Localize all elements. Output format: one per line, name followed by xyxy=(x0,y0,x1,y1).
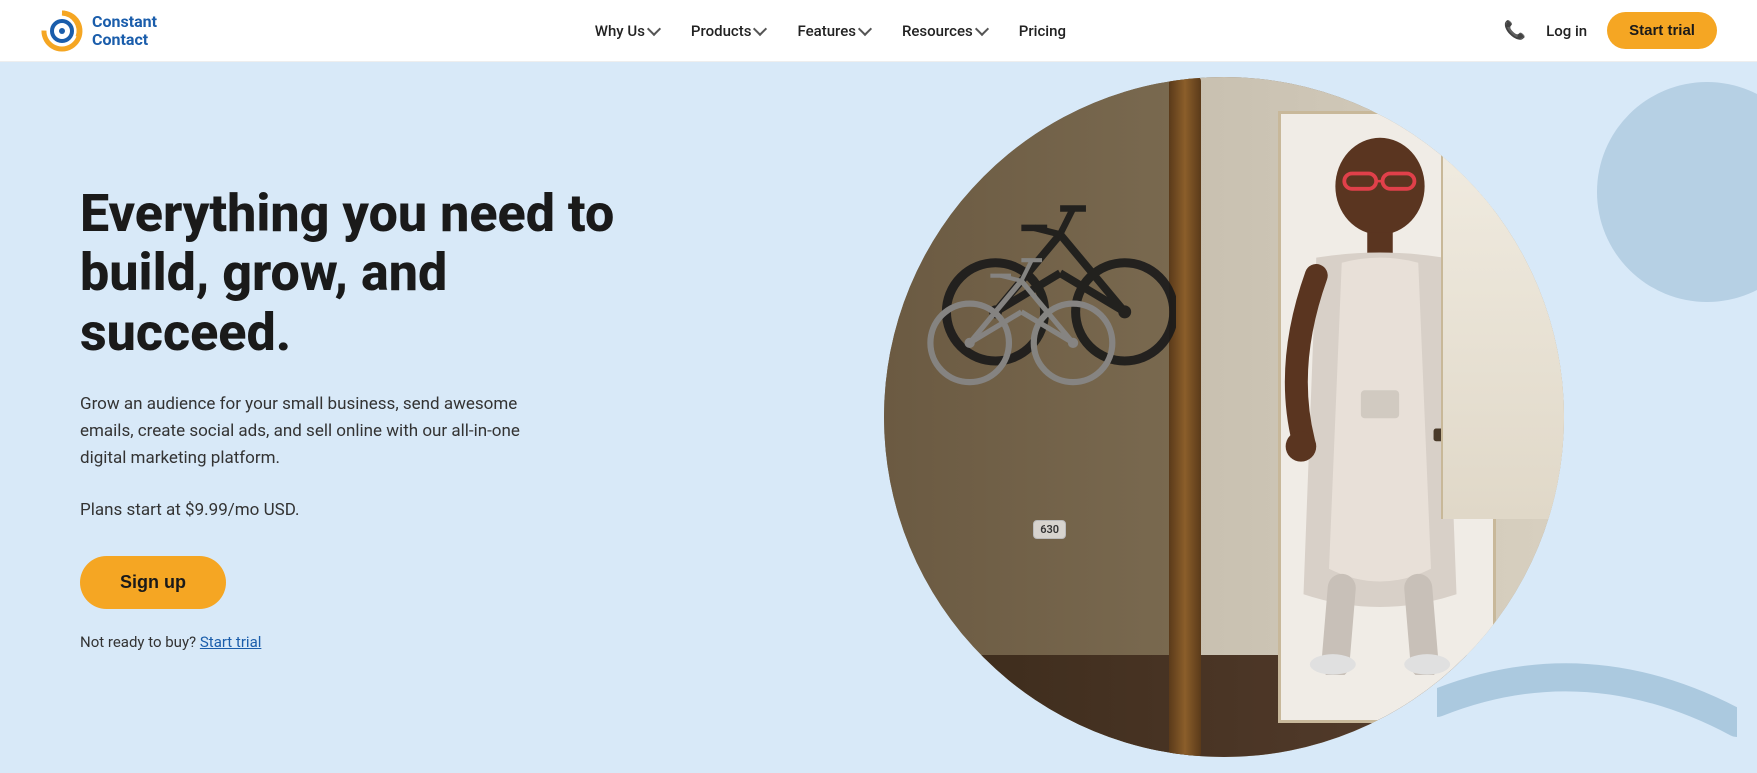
nav-links: Why Us Products Features Resources Prici… xyxy=(595,22,1066,40)
login-link[interactable]: Log in xyxy=(1546,22,1587,40)
start-trial-button[interactable]: Start trial xyxy=(1607,12,1717,49)
hero-content: Everything you need to build, grow, and … xyxy=(0,62,914,773)
nav-products[interactable]: Products xyxy=(691,22,766,40)
nav-why-us[interactable]: Why Us xyxy=(595,22,659,40)
interior-detail xyxy=(1441,145,1563,519)
hero-pricing: Plans start at $9.99/mo USD. xyxy=(80,500,854,520)
logo-line2: Contact xyxy=(92,31,157,49)
navbar-actions: 📞 Log in Start trial xyxy=(1504,12,1717,49)
phone-icon: 📞 xyxy=(1504,20,1526,41)
nav-features[interactable]: Features xyxy=(797,22,869,40)
chevron-down-icon xyxy=(858,22,872,36)
nav-pricing[interactable]: Pricing xyxy=(1019,22,1066,40)
hero-headline: Everything you need to build, grow, and … xyxy=(80,184,640,363)
chevron-down-icon xyxy=(975,22,989,36)
signup-button[interactable]: Sign up xyxy=(80,556,226,609)
ceiling-light xyxy=(1522,111,1530,119)
hero-subtext: Grow an audience for your small business… xyxy=(80,391,550,473)
navbar: Constant Contact Why Us Products Feature… xyxy=(0,0,1757,62)
chevron-down-icon xyxy=(753,22,767,36)
logo-area: Constant Contact xyxy=(40,9,157,53)
deco-circle-top xyxy=(1597,82,1757,302)
nav-resources[interactable]: Resources xyxy=(902,22,987,40)
brand-logo[interactable]: Constant Contact xyxy=(40,9,157,53)
deco-swoosh xyxy=(1437,623,1737,743)
hero-image-area: 630 xyxy=(914,62,1757,773)
number-tag: 630 xyxy=(1033,520,1066,539)
logo-icon xyxy=(40,9,84,53)
bicycle-image xyxy=(918,131,1176,389)
logo-text: Constant Contact xyxy=(92,13,157,48)
hero-section: Everything you need to build, grow, and … xyxy=(0,62,1757,773)
not-ready-text: Not ready to buy? Start trial xyxy=(80,633,854,651)
start-trial-hero-link[interactable]: Start trial xyxy=(200,633,262,651)
logo-line1: Constant xyxy=(92,13,157,31)
chevron-down-icon xyxy=(647,22,661,36)
